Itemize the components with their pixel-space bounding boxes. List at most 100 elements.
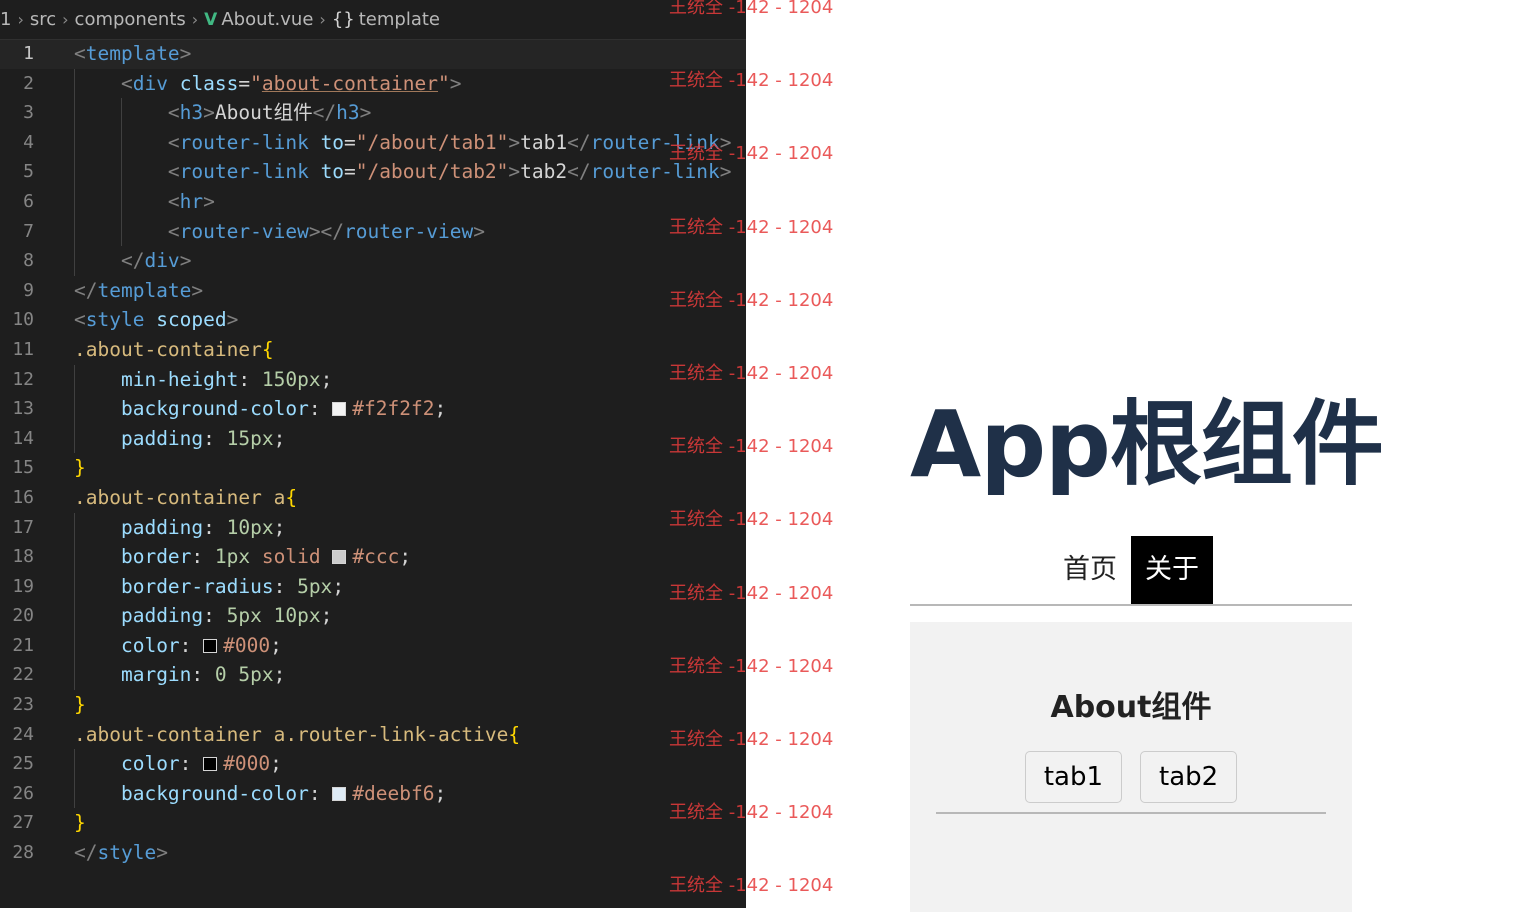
code-line[interactable]: 25 color: #000; bbox=[0, 749, 746, 779]
color-swatch[interactable] bbox=[203, 757, 218, 772]
code-line[interactable]: 2 <div class="about-container"> bbox=[0, 68, 746, 99]
code-token: h3 bbox=[179, 101, 204, 125]
nav-link-home[interactable]: 首页 bbox=[1049, 536, 1131, 604]
code-token: < bbox=[120, 71, 133, 95]
code-line[interactable]: 18 border: 1px solid #ccc; bbox=[0, 542, 746, 572]
code-token: class bbox=[179, 71, 239, 95]
code-token: .about-container a bbox=[74, 485, 286, 509]
code-line[interactable]: 26 background-color: #deebf6; bbox=[0, 778, 746, 809]
code-token: template bbox=[85, 42, 180, 65]
code-line[interactable]: 10 <style scoped> bbox=[0, 305, 746, 335]
breadcrumb-item-file[interactable]: About.vue bbox=[221, 9, 313, 30]
color-swatch[interactable] bbox=[332, 550, 347, 565]
line-number: 22 bbox=[12, 664, 34, 686]
code-token: { bbox=[261, 337, 274, 361]
code-token: style bbox=[85, 308, 145, 332]
code-line[interactable]: 16 .about-container a{ bbox=[0, 483, 746, 513]
code-line[interactable]: 5 <router-link to="/about/tab2">tab2</ro… bbox=[0, 157, 746, 187]
code-line[interactable]: 6 <hr> bbox=[0, 186, 746, 217]
code-line[interactable]: 3 <h3>About组件</h3> bbox=[0, 98, 746, 128]
code-token: > bbox=[508, 160, 521, 184]
code-token: > bbox=[719, 160, 732, 184]
code-token: router-link bbox=[590, 130, 720, 154]
code-token: 5px 10px bbox=[226, 604, 321, 628]
breadcrumb-item-root[interactable]: 1 bbox=[0, 9, 11, 30]
code-token: : bbox=[191, 545, 215, 569]
code-token: < bbox=[167, 130, 180, 154]
code-line[interactable]: 8 </div> bbox=[0, 246, 746, 276]
breadcrumb-item-components[interactable]: components bbox=[75, 9, 186, 30]
code-line[interactable]: 24 .about-container a.router-link-active{ bbox=[0, 720, 746, 750]
code-text: } bbox=[74, 808, 86, 838]
code-text: .about-container a{ bbox=[74, 483, 297, 513]
code-token: ></ bbox=[308, 219, 345, 243]
color-swatch[interactable] bbox=[332, 402, 347, 417]
code-lines[interactable]: 1 <template> 2 <div class="about-container… bbox=[0, 39, 746, 868]
tab2-link[interactable]: tab2 bbox=[1140, 751, 1238, 803]
code-line[interactable]: 4 <router-link to="/about/tab1">tab1</ro… bbox=[0, 127, 746, 158]
about-title: About组件 bbox=[1050, 690, 1212, 725]
code-token: ; bbox=[320, 604, 333, 628]
code-editor[interactable]: 1 › src › components › V About.vue › {} … bbox=[0, 0, 746, 908]
code-token: } bbox=[74, 693, 86, 717]
code-token: > bbox=[179, 249, 192, 273]
nav-link-about[interactable]: 关于 bbox=[1131, 536, 1213, 604]
code-token: padding bbox=[120, 515, 204, 539]
code-token: 10px bbox=[226, 515, 274, 539]
code-token: > bbox=[359, 101, 372, 125]
code-token: > bbox=[156, 841, 168, 865]
code-text: min-height: 150px; bbox=[74, 365, 332, 395]
code-text: padding: 5px 10px; bbox=[74, 601, 332, 631]
code-line[interactable]: 17 padding: 10px; bbox=[0, 512, 746, 543]
code-token: < bbox=[167, 160, 180, 184]
color-swatch[interactable] bbox=[203, 638, 218, 653]
code-text: border-radius: 5px; bbox=[74, 572, 344, 602]
code-line[interactable]: 15} bbox=[0, 453, 746, 483]
code-token: > bbox=[191, 278, 204, 302]
code-line[interactable]: 7 <router-view></router-view> bbox=[0, 216, 746, 247]
breadcrumb-item-template[interactable]: template bbox=[359, 9, 440, 30]
code-token: : bbox=[273, 574, 298, 598]
code-line[interactable]: 23} bbox=[0, 690, 746, 720]
breadcrumb-item-src[interactable]: src bbox=[30, 9, 56, 30]
code-token: " bbox=[438, 71, 450, 95]
code-token: router-link bbox=[179, 160, 309, 184]
code-token: } bbox=[74, 456, 86, 480]
code-token: > bbox=[508, 130, 521, 154]
code-line[interactable]: 28 </style> bbox=[0, 838, 746, 868]
code-token: #f2f2f2 bbox=[352, 397, 435, 421]
chevron-right-icon: › bbox=[319, 10, 326, 29]
code-line[interactable]: 9 </template> bbox=[0, 276, 746, 306]
code-token: = bbox=[344, 130, 356, 154]
code-token: " bbox=[250, 71, 262, 95]
tab1-link[interactable]: tab1 bbox=[1024, 751, 1122, 803]
code-token: about-container bbox=[261, 71, 439, 95]
code-line[interactable]: 21 color: #000; bbox=[0, 630, 746, 661]
code-line[interactable]: 1 <template> bbox=[0, 39, 746, 69]
line-number: 7 bbox=[23, 220, 34, 242]
code-line[interactable]: 12 min-height: 150px; bbox=[0, 364, 746, 395]
code-line[interactable]: 22 margin: 0 5px; bbox=[0, 660, 746, 691]
color-swatch[interactable] bbox=[332, 786, 347, 801]
code-token: < bbox=[167, 219, 180, 243]
code-text: <router-link to="/about/tab2">tab2</rout… bbox=[74, 157, 732, 187]
code-line[interactable]: 11 .about-container{ bbox=[0, 335, 746, 365]
chevron-right-icon: › bbox=[191, 10, 199, 29]
code-token: .about-container a.router-link-active bbox=[74, 722, 509, 746]
line-number: 21 bbox=[12, 634, 34, 656]
code-line[interactable]: 20 padding: 5px 10px; bbox=[0, 601, 746, 631]
code-text: padding: 10px; bbox=[74, 513, 285, 543]
code-line[interactable]: 27} bbox=[0, 808, 746, 838]
code-line[interactable]: 19 border-radius: 5px; bbox=[0, 571, 746, 602]
code-text: <router-link to="/about/tab1">tab1</rout… bbox=[74, 128, 732, 158]
code-token: 1px bbox=[214, 545, 251, 569]
code-line[interactable]: 14 padding: 15px; bbox=[0, 423, 746, 454]
line-number: 13 bbox=[12, 398, 34, 420]
code-text: <router-view></router-view> bbox=[74, 217, 485, 247]
code-line[interactable]: 13 background-color: #f2f2f2; bbox=[0, 394, 746, 424]
code-token: </ bbox=[74, 278, 98, 302]
code-token: > bbox=[473, 219, 485, 243]
